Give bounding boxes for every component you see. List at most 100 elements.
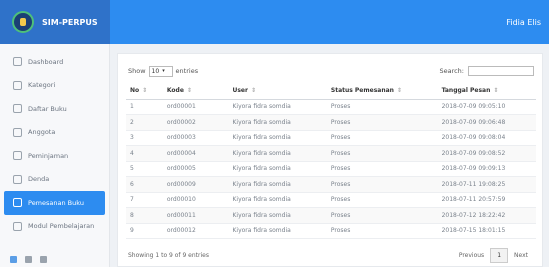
sort-icon: ⇕ bbox=[396, 87, 402, 95]
dashboard-icon bbox=[13, 57, 22, 67]
table-row: 8 ord00011 Kiyora fidra somdia Proses 2018-0… bbox=[126, 207, 536, 224]
cell-kode: ord00011 bbox=[162, 207, 229, 224]
order-icon bbox=[13, 198, 22, 208]
header-label: Kode bbox=[166, 87, 184, 95]
show-label: Show bbox=[128, 67, 146, 75]
sidebar-item-label: Denda bbox=[28, 175, 50, 184]
book-list-icon bbox=[13, 104, 22, 114]
sidebar-item[interactable]: Dashboard bbox=[0, 50, 109, 74]
cell-no: 3 bbox=[126, 130, 163, 146]
cell-no: 7 bbox=[126, 192, 163, 208]
page-button[interactable]: 1 bbox=[490, 248, 509, 263]
length-control: Show 10 ▾ entries bbox=[128, 65, 198, 77]
sidebar-item[interactable]: Peminjaman bbox=[0, 144, 109, 168]
sort-icon: ⇕ bbox=[186, 87, 192, 95]
col-kode-header[interactable]: Kode ⇕ bbox=[162, 83, 229, 100]
footer-icon[interactable] bbox=[10, 256, 17, 263]
loan-icon bbox=[13, 151, 22, 161]
sidebar-item[interactable]: Kategori bbox=[0, 74, 109, 98]
table-info: Showing 1 to 9 of 9 entries bbox=[128, 252, 209, 259]
sidebar-item-label: Kategori bbox=[28, 81, 56, 90]
cell-tanggal: 2018-07-11 19:08:25 bbox=[437, 176, 536, 193]
table-header-row: No ⇕ Kode ⇕ User ⇕ Status Pemesanan ⇕ Tanggal Pe… bbox=[126, 83, 536, 100]
length-select[interactable]: 10 ▾ bbox=[148, 65, 173, 77]
table-row: 7 ord00010 Kiyora fidra somdia Proses 2018-0… bbox=[126, 192, 536, 208]
cell-no: 2 bbox=[126, 114, 163, 131]
sidebar-item-label: Peminjaman bbox=[28, 151, 69, 160]
cell-user: Kiyora fidra somdia bbox=[228, 207, 327, 224]
footer-icon[interactable] bbox=[40, 256, 47, 263]
table-row: 9 ord00012 Kiyora fidra somdia Proses 2018-0… bbox=[126, 223, 536, 239]
cell-tanggal: 2018-07-12 18:22:42 bbox=[437, 207, 536, 224]
table-row: 5 ord00005 Kiyora fidra somdia Proses 2018-0… bbox=[126, 161, 536, 177]
col-user-header[interactable]: User ⇕ bbox=[228, 83, 327, 100]
cell-no: 4 bbox=[126, 145, 163, 162]
previous-button[interactable]: Previous bbox=[453, 249, 490, 262]
cell-kode: ord00012 bbox=[162, 223, 229, 239]
length-value: 10 bbox=[151, 67, 160, 75]
cell-kode: ord00003 bbox=[162, 130, 229, 146]
sidebar-item-label: Modul Pembelajaran bbox=[28, 222, 95, 231]
cell-user: Kiyora fidra somdia bbox=[228, 99, 327, 115]
cell-status: Proses bbox=[326, 130, 438, 146]
cell-tanggal: 2018-07-09 09:05:10 bbox=[437, 99, 536, 115]
orders-table: No ⇕ Kode ⇕ User ⇕ Status Pemesanan ⇕ Tanggal Pe… bbox=[126, 83, 536, 239]
sidebar-item[interactable]: Daftar Buku bbox=[0, 97, 109, 121]
sidebar-item-label: Dashboard bbox=[28, 57, 64, 66]
table-row: 4 ord00004 Kiyora fidra somdia Proses 2018-0… bbox=[126, 145, 536, 162]
app-logo-icon bbox=[12, 11, 34, 33]
cell-tanggal: 2018-07-09 09:08:52 bbox=[437, 145, 536, 162]
cell-kode: ord00001 bbox=[162, 99, 229, 115]
cell-no: 9 bbox=[126, 223, 163, 239]
sidebar-item[interactable]: Modul Pembelajaran bbox=[0, 215, 109, 239]
sidebar-item[interactable]: Denda bbox=[0, 168, 109, 192]
cell-tanggal: 2018-07-09 09:09:13 bbox=[437, 161, 536, 177]
cell-status: Proses bbox=[326, 145, 438, 162]
pagination: Previous 1 Next bbox=[453, 248, 534, 263]
col-no-header[interactable]: No ⇕ bbox=[126, 83, 163, 100]
sidebar-item-label: Anggota bbox=[28, 128, 56, 137]
table-row: 3 ord00003 Kiyora fidra somdia Proses 2018-0… bbox=[126, 130, 536, 146]
cell-no: 6 bbox=[126, 176, 163, 193]
search-control: Search: bbox=[439, 66, 534, 76]
next-button[interactable]: Next bbox=[508, 249, 534, 262]
cell-user: Kiyora fidra somdia bbox=[228, 145, 327, 162]
header-label: Status Pemesanan bbox=[330, 87, 394, 95]
search-input[interactable] bbox=[468, 66, 534, 76]
sidebar-item[interactable]: Anggota bbox=[0, 121, 109, 145]
cell-tanggal: 2018-07-15 18:01:15 bbox=[437, 223, 536, 239]
members-icon bbox=[13, 127, 22, 137]
cell-no: 1 bbox=[126, 99, 163, 115]
cell-kode: ord00010 bbox=[162, 192, 229, 208]
table-controls: Show 10 ▾ entries Search: bbox=[128, 65, 534, 77]
fine-icon bbox=[13, 174, 22, 184]
user-menu[interactable]: Fidia Elis bbox=[506, 18, 541, 27]
cell-user: Kiyora fidra somdia bbox=[228, 192, 327, 208]
cell-status: Proses bbox=[326, 176, 438, 193]
col-tanggal-header[interactable]: Tanggal Pesan ⇕ bbox=[437, 83, 536, 100]
cell-status: Proses bbox=[326, 223, 438, 239]
brand[interactable]: SIM-PERPUS bbox=[0, 0, 110, 44]
col-status-header[interactable]: Status Pemesanan ⇕ bbox=[326, 83, 438, 100]
sidebar-item[interactable]: Pemesanan Buku bbox=[4, 191, 105, 215]
cell-kode: ord00009 bbox=[162, 176, 229, 193]
category-icon bbox=[13, 80, 22, 90]
cell-tanggal: 2018-07-09 09:08:04 bbox=[437, 130, 536, 146]
footer-icon[interactable] bbox=[25, 256, 32, 263]
cell-status: Proses bbox=[326, 114, 438, 131]
cell-status: Proses bbox=[326, 207, 438, 224]
search-label: Search: bbox=[439, 67, 464, 75]
cell-tanggal: 2018-07-09 09:06:48 bbox=[437, 114, 536, 131]
chevron-down-icon: ▾ bbox=[162, 68, 165, 74]
orders-card: Show 10 ▾ entries Search: No ⇕ Kode ⇕ User ⇕ S… bbox=[117, 53, 543, 267]
sort-icon: ⇕ bbox=[142, 87, 148, 95]
cell-status: Proses bbox=[326, 192, 438, 208]
cell-status: Proses bbox=[326, 99, 438, 115]
top-header: SIM-PERPUS Fidia Elis bbox=[0, 0, 549, 44]
header-label: Tanggal Pesan bbox=[441, 87, 491, 95]
sidebar-item-label: Daftar Buku bbox=[28, 104, 67, 113]
module-icon bbox=[13, 221, 22, 231]
sidebar-item-label: Pemesanan Buku bbox=[28, 198, 84, 207]
table-row: 2 ord00002 Kiyora fidra somdia Proses 2018-0… bbox=[126, 114, 536, 131]
header-label: User bbox=[232, 87, 248, 95]
